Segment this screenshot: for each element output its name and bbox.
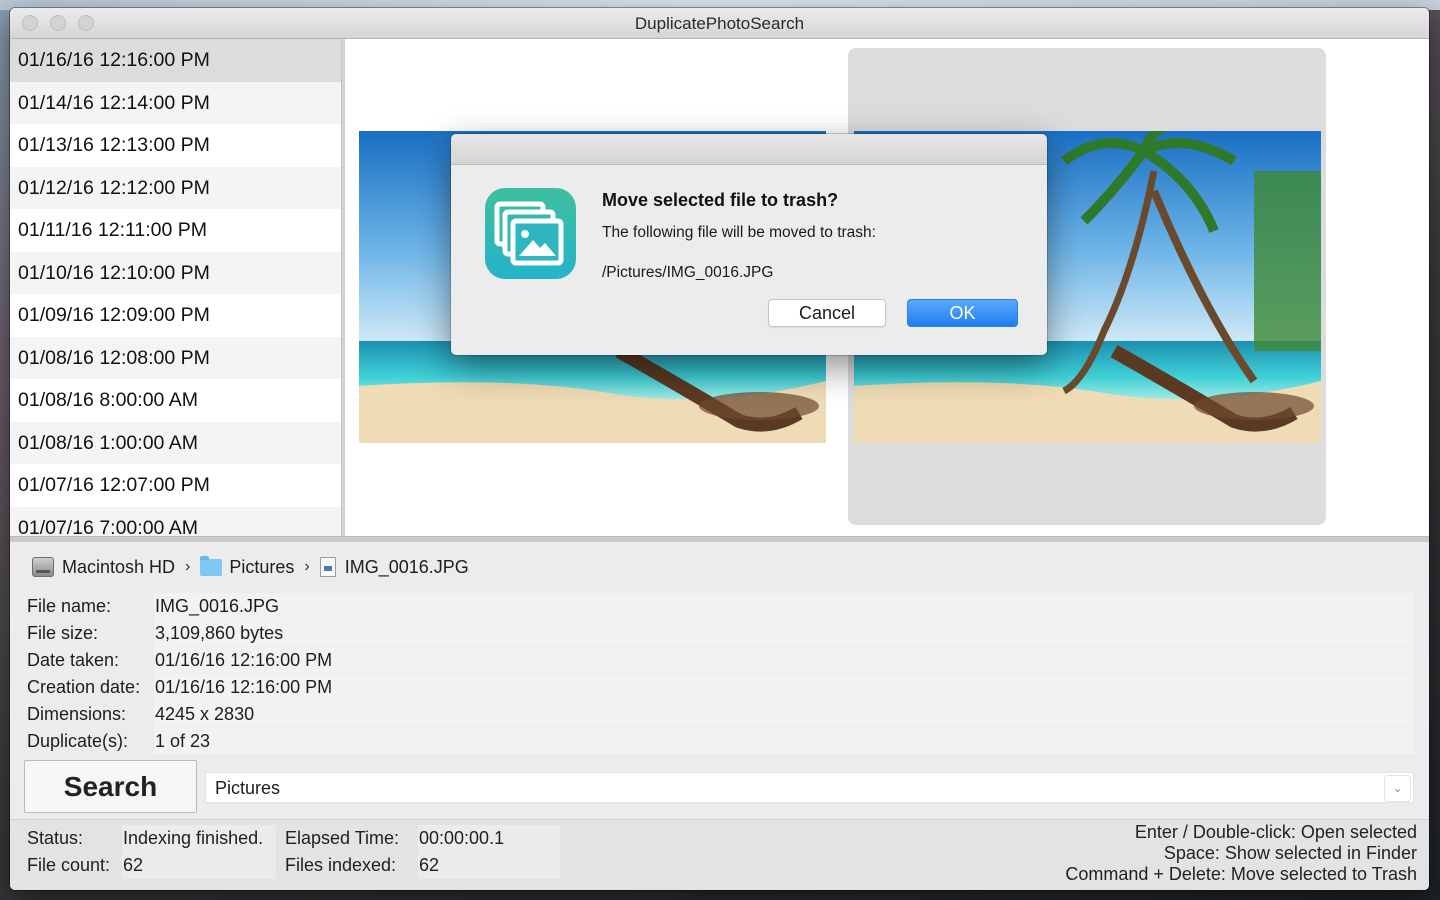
- file-count-value: 62: [122, 852, 276, 879]
- status-bar: Status: Indexing finished. Elapsed Time:…: [10, 819, 1429, 890]
- breadcrumb-separator: ›: [185, 558, 191, 575]
- list-item[interactable]: 01/08/16 12:08:00 PM: [10, 336, 341, 379]
- breadcrumb-item-drive[interactable]: Macintosh HD: [32, 557, 175, 578]
- info-label: Duplicate(s):: [27, 731, 129, 751]
- info-label: Dimensions:: [27, 704, 127, 724]
- files-indexed-label: Files indexed:: [285, 855, 397, 875]
- list-item[interactable]: 01/13/16 12:13:00 PM: [10, 124, 341, 167]
- hint-open: Enter / Double-click: Open selected: [1134, 822, 1417, 842]
- breadcrumb-item-folder[interactable]: Pictures: [200, 555, 295, 578]
- ok-button[interactable]: OK: [907, 299, 1018, 327]
- dialog-message: The following file will be moved to tras…: [602, 224, 876, 241]
- minimize-window-button[interactable]: [50, 15, 66, 31]
- elapsed-time-label: Elapsed Time:: [285, 828, 400, 848]
- info-row-date-taken: Date taken: 01/16/16 12:16:00 PM: [24, 647, 1414, 674]
- status-label: Status:: [27, 828, 84, 848]
- search-path-value[interactable]: Pictures: [215, 773, 280, 804]
- keyboard-hints: Enter / Double-click: Open selected Spac…: [1065, 822, 1417, 885]
- dialog-file-path: /Pictures/IMG_0016.JPG: [602, 264, 774, 281]
- horizontal-splitter[interactable]: [10, 536, 1429, 542]
- list-item[interactable]: 01/11/16 12:11:00 PM: [10, 209, 341, 252]
- title-bar[interactable]: DuplicatePhotoSearch: [10, 8, 1429, 39]
- info-row-creation-date: Creation date: 01/16/16 12:16:00 PM: [24, 674, 1414, 701]
- search-button[interactable]: Search: [24, 760, 197, 813]
- list-item[interactable]: 01/16/16 12:16:00 PM: [10, 39, 341, 82]
- info-value: 3,109,860 bytes: [154, 620, 1414, 646]
- dialog-title: Move selected file to trash?: [602, 190, 839, 210]
- list-item[interactable]: 01/09/16 12:09:00 PM: [10, 294, 341, 337]
- folder-icon: [200, 555, 223, 576]
- status-value: Indexing finished.: [122, 825, 276, 852]
- image-file-icon: [319, 557, 336, 577]
- info-row-dimensions: Dimensions: 4245 x 2830: [24, 701, 1414, 728]
- date-list[interactable]: 01/16/16 12:16:00 PM 01/14/16 12:14:00 P…: [10, 39, 341, 536]
- breadcrumb-label: Macintosh HD: [62, 556, 176, 577]
- cancel-button[interactable]: Cancel: [768, 299, 886, 327]
- move-to-trash-dialog: Move selected file to trash? The followi…: [451, 134, 1047, 355]
- file-count-label: File count:: [27, 855, 111, 875]
- info-value: 1 of 23: [154, 728, 1414, 754]
- close-window-button[interactable]: [22, 15, 38, 31]
- info-value: 01/16/16 12:16:00 PM: [154, 674, 1414, 700]
- breadcrumb-separator: ›: [304, 558, 310, 575]
- list-item[interactable]: 01/12/16 12:12:00 PM: [10, 166, 341, 209]
- status-grid: Status: Indexing finished. Elapsed Time:…: [24, 825, 560, 879]
- list-item[interactable]: 01/07/16 7:00:00 AM: [10, 506, 341, 536]
- info-value: IMG_0016.JPG: [154, 593, 1414, 619]
- list-item[interactable]: 01/08/16 1:00:00 AM: [10, 421, 341, 464]
- search-path-combobox[interactable]: Pictures ⌄: [205, 772, 1414, 803]
- elapsed-time-value: 00:00:00.1: [418, 825, 560, 852]
- info-label: File size:: [27, 623, 99, 643]
- zoom-window-button[interactable]: [78, 15, 94, 31]
- list-item[interactable]: 01/08/16 8:00:00 AM: [10, 379, 341, 422]
- list-item[interactable]: 01/10/16 12:10:00 PM: [10, 251, 341, 294]
- files-indexed-value: 62: [418, 852, 560, 879]
- hint-show-in-finder: Space: Show selected in Finder: [1163, 843, 1417, 863]
- breadcrumb-label: Pictures: [229, 556, 295, 577]
- breadcrumb-item-file[interactable]: IMG_0016.JPG: [319, 556, 469, 578]
- hint-move-to-trash: Command + Delete: Move selected to Trash: [1065, 864, 1417, 884]
- info-label: File name:: [27, 596, 112, 616]
- info-row-duplicates: Duplicate(s): 1 of 23: [24, 728, 1414, 755]
- info-row-file-name: File name: IMG_0016.JPG: [24, 593, 1414, 620]
- window-title: DuplicatePhotoSearch: [634, 14, 805, 33]
- info-label: Creation date:: [27, 677, 141, 697]
- list-item[interactable]: 01/14/16 12:14:00 PM: [10, 81, 341, 124]
- breadcrumb-label: IMG_0016.JPG: [344, 556, 469, 577]
- info-label: Date taken:: [27, 650, 120, 670]
- app-photos-icon: [485, 188, 576, 279]
- info-row-file-size: File size: 3,109,860 bytes: [24, 620, 1414, 647]
- file-info-table: File name: IMG_0016.JPG File size: 3,109…: [24, 593, 1414, 755]
- chevron-down-icon[interactable]: ⌄: [1384, 775, 1411, 802]
- info-value: 4245 x 2830: [154, 701, 1414, 727]
- dialog-title-bar[interactable]: [451, 134, 1047, 165]
- list-item[interactable]: 01/07/16 12:07:00 PM: [10, 464, 341, 507]
- breadcrumb: Macintosh HD › Pictures › IMG_0016.JPG: [32, 555, 469, 579]
- info-value: 01/16/16 12:16:00 PM: [154, 647, 1414, 673]
- hard-drive-icon: [32, 557, 54, 577]
